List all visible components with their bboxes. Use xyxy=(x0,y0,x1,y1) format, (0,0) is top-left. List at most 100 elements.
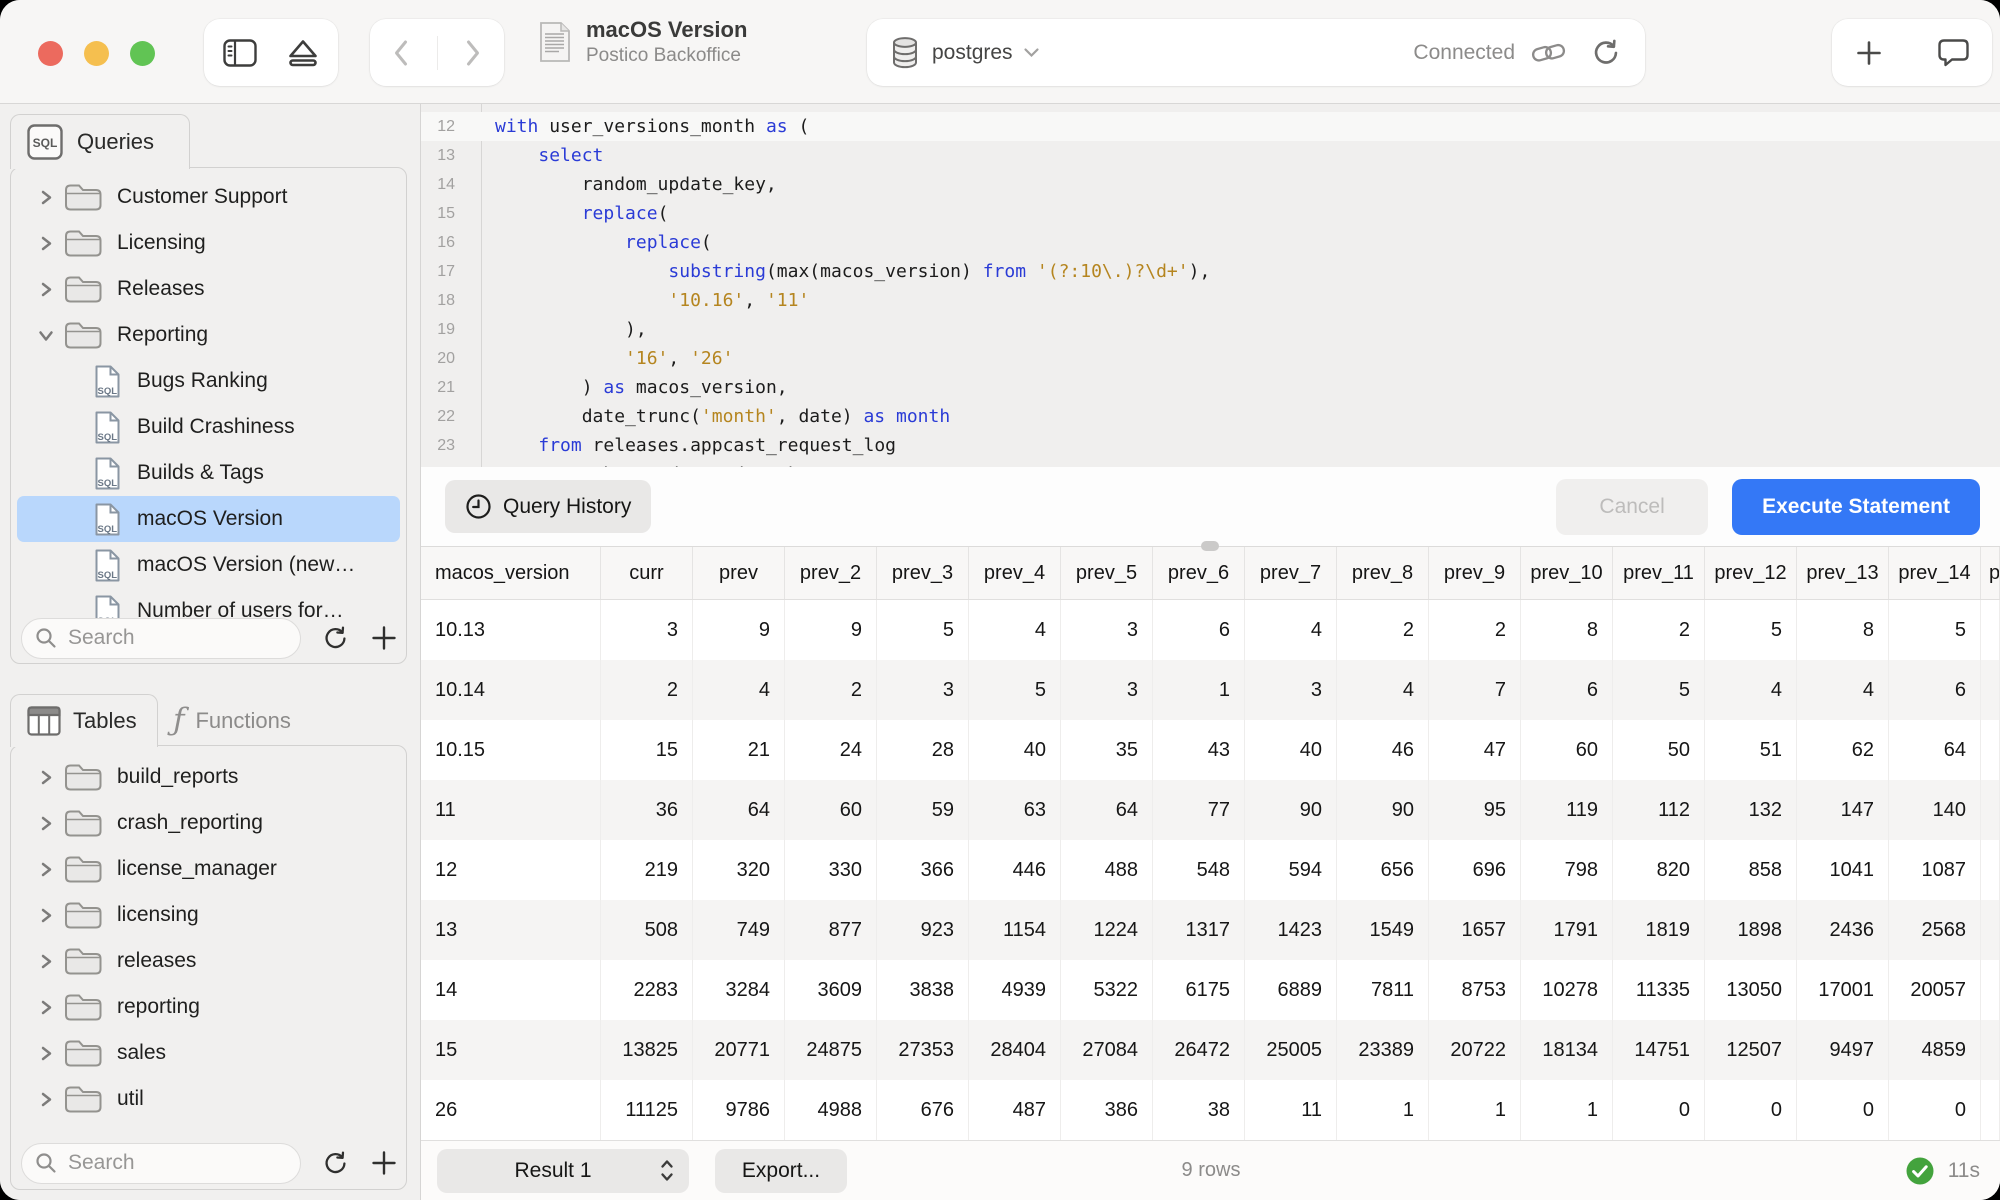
cell[interactable]: 35 xyxy=(1061,720,1153,780)
cell[interactable]: 15 xyxy=(601,720,693,780)
cell[interactable]: 1791 xyxy=(1521,900,1613,960)
cell[interactable]: 18134 xyxy=(1521,1020,1613,1080)
cell[interactable]: 2436 xyxy=(1797,900,1889,960)
code-line-23[interactable]: 23 from releases.appcast_request_log xyxy=(421,431,2000,460)
column-header-prev-4[interactable]: prev_4 xyxy=(969,547,1061,599)
cell[interactable]: 20057 xyxy=(1889,960,1981,1020)
cell[interactable]: 4 xyxy=(1797,660,1889,720)
tables-refresh-icon[interactable] xyxy=(322,1150,349,1177)
code-line-17[interactable]: 17 substring(max(macos_version) from '(?… xyxy=(421,257,2000,286)
cell[interactable]: 1154 xyxy=(969,900,1061,960)
cell[interactable]: 594 xyxy=(1245,840,1337,900)
cell[interactable]: 446 xyxy=(969,840,1061,900)
cell[interactable]: 1224 xyxy=(1061,900,1153,960)
cell[interactable]: 4859 xyxy=(1889,1020,1981,1080)
cell[interactable]: 4 xyxy=(1337,660,1429,720)
code-line-24[interactable]: 24 group by random_update_key xyxy=(421,460,2000,467)
cell[interactable]: 488 xyxy=(1061,840,1153,900)
cell[interactable]: 696 xyxy=(1429,840,1521,900)
sidebar-item-licensing[interactable]: licensing xyxy=(17,892,400,938)
column-header-curr[interactable]: curr xyxy=(601,547,693,599)
column-header-prev[interactable]: prev xyxy=(693,547,785,599)
connection-pill[interactable]: postgres Connected xyxy=(867,19,1645,86)
cell[interactable]: 3 xyxy=(877,660,969,720)
sidebar-item-sales[interactable]: sales xyxy=(17,1030,400,1076)
cell[interactable]: 4 xyxy=(693,660,785,720)
table-row-26[interactable]: 26111259786498867648738638111110000 xyxy=(421,1080,2000,1140)
cell[interactable]: 40 xyxy=(969,720,1061,780)
tables-add-icon[interactable] xyxy=(370,1149,398,1177)
cell[interactable]: 13050 xyxy=(1705,960,1797,1020)
add-icon[interactable] xyxy=(1854,38,1884,68)
cell[interactable]: 7 xyxy=(1429,660,1521,720)
back-icon[interactable] xyxy=(390,37,412,69)
cell[interactable]: 9497 xyxy=(1797,1020,1889,1080)
cell[interactable]: 4 xyxy=(969,600,1061,660)
close-window-button[interactable] xyxy=(38,41,63,66)
tables-search-input[interactable] xyxy=(66,1150,266,1176)
sidebar-item-builds-tags[interactable]: SQLBuilds & Tags xyxy=(17,450,400,496)
cell[interactable]: 508 xyxy=(601,900,693,960)
column-header-prev-11[interactable]: prev_11 xyxy=(1613,547,1705,599)
reconnect-refresh-icon[interactable] xyxy=(1591,38,1621,68)
cell[interactable]: 10.14 xyxy=(421,660,601,720)
cell[interactable]: 676 xyxy=(877,1080,969,1140)
code-line-15[interactable]: 15 replace( xyxy=(421,199,2000,228)
sidebar-toggle-icon[interactable] xyxy=(222,38,258,68)
cell[interactable]: 0 xyxy=(1705,1080,1797,1140)
column-header-prev-14[interactable]: prev_14 xyxy=(1889,547,1981,599)
cell[interactable]: 2 xyxy=(1337,600,1429,660)
cell[interactable]: 11335 xyxy=(1613,960,1705,1020)
cell[interactable]: 1 xyxy=(1337,1080,1429,1140)
chevron-right-icon[interactable] xyxy=(35,769,57,786)
cell[interactable]: 147 xyxy=(1797,780,1889,840)
cell[interactable]: 1898 xyxy=(1705,900,1797,960)
zoom-window-button[interactable] xyxy=(130,41,155,66)
cell[interactable]: 24875 xyxy=(785,1020,877,1080)
cell[interactable]: 20722 xyxy=(1429,1020,1521,1080)
cell[interactable]: 330 xyxy=(785,840,877,900)
sidebar-item-releases[interactable]: Releases xyxy=(17,266,400,312)
cell[interactable]: 5322 xyxy=(1061,960,1153,1020)
cell[interactable]: 386 xyxy=(1061,1080,1153,1140)
cell[interactable]: 60 xyxy=(785,780,877,840)
cell[interactable]: 64 xyxy=(1889,720,1981,780)
cell[interactable]: 64 xyxy=(693,780,785,840)
cell[interactable]: 1819 xyxy=(1613,900,1705,960)
sidebar-item-reporting[interactable]: reporting xyxy=(17,984,400,1030)
cell[interactable]: 6889 xyxy=(1245,960,1337,1020)
tab-tables[interactable]: Tables xyxy=(10,694,158,747)
cell[interactable]: 132 xyxy=(1705,780,1797,840)
cell[interactable]: 8 xyxy=(1521,600,1613,660)
column-header-prev-12[interactable]: prev_12 xyxy=(1705,547,1797,599)
cell[interactable]: 1087 xyxy=(1889,840,1981,900)
cell[interactable]: 112 xyxy=(1613,780,1705,840)
cell[interactable]: 5 xyxy=(1613,660,1705,720)
result-selector[interactable]: Result 1 xyxy=(437,1149,689,1193)
cell[interactable]: 140 xyxy=(1889,780,1981,840)
chevron-right-icon[interactable] xyxy=(35,189,57,206)
cell[interactable]: 90 xyxy=(1245,780,1337,840)
cell[interactable]: 548 xyxy=(1153,840,1245,900)
cell[interactable]: 14751 xyxy=(1613,1020,1705,1080)
chevron-right-icon[interactable] xyxy=(35,861,57,878)
sidebar-item-build-reports[interactable]: build_reports xyxy=(17,754,400,800)
cell[interactable]: 320 xyxy=(693,840,785,900)
code-line-18[interactable]: 18 '10.16', '11' xyxy=(421,286,2000,315)
cell[interactable]: 6 xyxy=(1889,660,1981,720)
cell[interactable]: 5 xyxy=(1705,600,1797,660)
table-row-15[interactable]: 1513825207712487527353284042708426472250… xyxy=(421,1020,2000,1080)
cell[interactable]: 2 xyxy=(1613,600,1705,660)
eject-icon[interactable] xyxy=(286,37,320,69)
cell[interactable]: 21 xyxy=(693,720,785,780)
cell[interactable]: 11 xyxy=(421,780,601,840)
sidebar-item-build-crashiness[interactable]: SQLBuild Crashiness xyxy=(17,404,400,450)
cell[interactable]: 28404 xyxy=(969,1020,1061,1080)
cell[interactable]: 3 xyxy=(1061,600,1153,660)
cell[interactable]: 4939 xyxy=(969,960,1061,1020)
table-row-11[interactable]: 1136646059636477909095119112132147140 xyxy=(421,780,2000,840)
sidebar-item-licensing[interactable]: Licensing xyxy=(17,220,400,266)
cell[interactable]: 366 xyxy=(877,840,969,900)
cell[interactable]: 12 xyxy=(421,840,601,900)
cell[interactable]: 1317 xyxy=(1153,900,1245,960)
